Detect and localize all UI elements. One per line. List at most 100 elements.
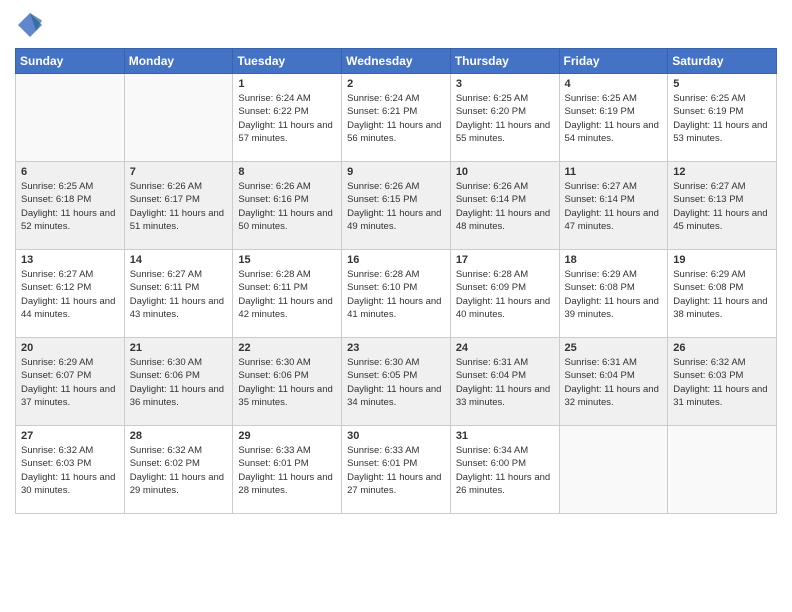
calendar-cell: 28 Sunrise: 6:32 AMSunset: 6:02 PMDayligh… bbox=[124, 426, 233, 514]
day-info: Sunrise: 6:28 AMSunset: 6:10 PMDaylight:… bbox=[347, 268, 445, 321]
day-info: Sunrise: 6:29 AMSunset: 6:07 PMDaylight:… bbox=[21, 356, 119, 409]
calendar-cell bbox=[559, 426, 668, 514]
calendar-cell: 27Sunrise: 6:32 AMSunset: 6:03 PMDayligh… bbox=[16, 426, 125, 514]
day-info: Sunrise: 6:30 AMSunset: 6:05 PMDaylight:… bbox=[347, 356, 445, 409]
page: SundayMondayTuesdayWednesdayThursdayFrid… bbox=[0, 0, 792, 612]
day-info: Sunrise: 6:31 AMSunset: 6:04 PMDaylight:… bbox=[565, 356, 663, 409]
weekday-header: Saturday bbox=[668, 49, 777, 74]
day-info: Sunrise: 6:26 AMSunset: 6:14 PMDaylight:… bbox=[456, 180, 554, 233]
calendar-cell: 17 Sunrise: 6:28 AMSunset: 6:09 PMDayligh… bbox=[450, 250, 559, 338]
day-info: Sunrise: 6:34 AMSunset: 6:00 PMDaylight:… bbox=[456, 444, 554, 497]
day-number: 3 bbox=[456, 78, 554, 90]
day-number: 2 bbox=[347, 78, 445, 90]
calendar-cell: 6 Sunrise: 6:25 AMSunset: 6:18 PMDaylight… bbox=[16, 162, 125, 250]
calendar-cell: 10 Sunrise: 6:26 AMSunset: 6:14 PMDayligh… bbox=[450, 162, 559, 250]
calendar-cell: 31 Sunrise: 6:34 AMSunset: 6:00 PMDayligh… bbox=[450, 426, 559, 514]
day-number: 11 bbox=[565, 166, 663, 178]
calendar-cell: 16 Sunrise: 6:28 AMSunset: 6:10 PMDayligh… bbox=[342, 250, 451, 338]
day-number: 31 bbox=[456, 430, 554, 442]
day-info: Sunrise: 6:28 AMSunset: 6:09 PMDaylight:… bbox=[456, 268, 554, 321]
calendar-cell: 29Sunrise: 6:33 AMSunset: 6:01 PMDayligh… bbox=[233, 426, 342, 514]
day-info: Sunrise: 6:27 AMSunset: 6:14 PMDaylight:… bbox=[565, 180, 663, 233]
calendar-cell: 4 Sunrise: 6:25 AMSunset: 6:19 PMDaylight… bbox=[559, 74, 668, 162]
day-number: 5 bbox=[673, 78, 771, 90]
calendar-cell: 1 Sunrise: 6:24 AMSunset: 6:22 PMDaylight… bbox=[233, 74, 342, 162]
calendar-week-row: 13 Sunrise: 6:27 AMSunset: 6:12 PMDayligh… bbox=[16, 250, 777, 338]
calendar-cell: 3Sunrise: 6:25 AMSunset: 6:20 PMDaylight… bbox=[450, 74, 559, 162]
logo-icon bbox=[15, 10, 45, 40]
calendar-cell: 21 Sunrise: 6:30 AMSunset: 6:06 PMDayligh… bbox=[124, 338, 233, 426]
day-number: 21 bbox=[130, 342, 228, 354]
calendar-cell: 2 Sunrise: 6:24 AMSunset: 6:21 PMDaylight… bbox=[342, 74, 451, 162]
day-number: 28 bbox=[130, 430, 228, 442]
day-number: 24 bbox=[456, 342, 554, 354]
calendar-cell: 7 Sunrise: 6:26 AMSunset: 6:17 PMDaylight… bbox=[124, 162, 233, 250]
calendar-cell: 5 Sunrise: 6:25 AMSunset: 6:19 PMDaylight… bbox=[668, 74, 777, 162]
day-info: Sunrise: 6:25 AMSunset: 6:18 PMDaylight:… bbox=[21, 180, 119, 233]
calendar-week-row: 6 Sunrise: 6:25 AMSunset: 6:18 PMDaylight… bbox=[16, 162, 777, 250]
calendar-cell bbox=[16, 74, 125, 162]
day-info: Sunrise: 6:27 AMSunset: 6:13 PMDaylight:… bbox=[673, 180, 771, 233]
calendar-cell: 24Sunrise: 6:31 AMSunset: 6:04 PMDayligh… bbox=[450, 338, 559, 426]
day-number: 15 bbox=[238, 254, 336, 266]
calendar-table: SundayMondayTuesdayWednesdayThursdayFrid… bbox=[15, 48, 777, 514]
calendar-cell: 20 Sunrise: 6:29 AMSunset: 6:07 PMDayligh… bbox=[16, 338, 125, 426]
day-number: 13 bbox=[21, 254, 119, 266]
day-number: 14 bbox=[130, 254, 228, 266]
day-number: 30 bbox=[347, 430, 445, 442]
calendar-cell: 18 Sunrise: 6:29 AMSunset: 6:08 PMDayligh… bbox=[559, 250, 668, 338]
day-info: Sunrise: 6:27 AMSunset: 6:12 PMDaylight:… bbox=[21, 268, 119, 321]
day-number: 10 bbox=[456, 166, 554, 178]
calendar-cell: 23Sunrise: 6:30 AMSunset: 6:05 PMDayligh… bbox=[342, 338, 451, 426]
day-number: 6 bbox=[21, 166, 119, 178]
calendar-cell: 26Sunrise: 6:32 AMSunset: 6:03 PMDayligh… bbox=[668, 338, 777, 426]
calendar-cell bbox=[668, 426, 777, 514]
day-info: Sunrise: 6:29 AMSunset: 6:08 PMDaylight:… bbox=[565, 268, 663, 321]
calendar-week-row: 1 Sunrise: 6:24 AMSunset: 6:22 PMDaylight… bbox=[16, 74, 777, 162]
weekday-header: Wednesday bbox=[342, 49, 451, 74]
day-number: 22 bbox=[238, 342, 336, 354]
weekday-header: Tuesday bbox=[233, 49, 342, 74]
day-number: 18 bbox=[565, 254, 663, 266]
day-number: 19 bbox=[673, 254, 771, 266]
calendar-week-row: 20 Sunrise: 6:29 AMSunset: 6:07 PMDayligh… bbox=[16, 338, 777, 426]
day-number: 16 bbox=[347, 254, 445, 266]
day-number: 26 bbox=[673, 342, 771, 354]
day-number: 1 bbox=[238, 78, 336, 90]
day-number: 4 bbox=[565, 78, 663, 90]
day-number: 25 bbox=[565, 342, 663, 354]
calendar-cell: 8Sunrise: 6:26 AMSunset: 6:16 PMDaylight… bbox=[233, 162, 342, 250]
calendar-cell: 15 Sunrise: 6:28 AMSunset: 6:11 PMDayligh… bbox=[233, 250, 342, 338]
day-number: 29 bbox=[238, 430, 336, 442]
day-number: 27 bbox=[21, 430, 119, 442]
calendar-cell: 30Sunrise: 6:33 AMSunset: 6:01 PMDayligh… bbox=[342, 426, 451, 514]
day-number: 20 bbox=[21, 342, 119, 354]
day-info: Sunrise: 6:30 AMSunset: 6:06 PMDaylight:… bbox=[130, 356, 228, 409]
weekday-header: Sunday bbox=[16, 49, 125, 74]
day-number: 9 bbox=[347, 166, 445, 178]
calendar-header-row: SundayMondayTuesdayWednesdayThursdayFrid… bbox=[16, 49, 777, 74]
day-info: Sunrise: 6:25 AMSunset: 6:19 PMDaylight:… bbox=[565, 92, 663, 145]
day-info: Sunrise: 6:26 AMSunset: 6:17 PMDaylight:… bbox=[130, 180, 228, 233]
day-info: Sunrise: 6:25 AMSunset: 6:19 PMDaylight:… bbox=[673, 92, 771, 145]
calendar-cell: 25 Sunrise: 6:31 AMSunset: 6:04 PMDayligh… bbox=[559, 338, 668, 426]
calendar-cell: 14 Sunrise: 6:27 AMSunset: 6:11 PMDayligh… bbox=[124, 250, 233, 338]
weekday-header: Friday bbox=[559, 49, 668, 74]
calendar-cell: 19 Sunrise: 6:29 AMSunset: 6:08 PMDayligh… bbox=[668, 250, 777, 338]
day-info: Sunrise: 6:28 AMSunset: 6:11 PMDaylight:… bbox=[238, 268, 336, 321]
day-info: Sunrise: 6:26 AMSunset: 6:16 PMDaylight:… bbox=[238, 180, 336, 233]
day-info: Sunrise: 6:30 AMSunset: 6:06 PMDaylight:… bbox=[238, 356, 336, 409]
calendar-cell: 12Sunrise: 6:27 AMSunset: 6:13 PMDayligh… bbox=[668, 162, 777, 250]
day-number: 17 bbox=[456, 254, 554, 266]
calendar-cell: 11 Sunrise: 6:27 AMSunset: 6:14 PMDayligh… bbox=[559, 162, 668, 250]
logo bbox=[15, 10, 49, 40]
day-info: Sunrise: 6:32 AMSunset: 6:02 PMDaylight:… bbox=[130, 444, 228, 497]
day-number: 7 bbox=[130, 166, 228, 178]
day-info: Sunrise: 6:26 AMSunset: 6:15 PMDaylight:… bbox=[347, 180, 445, 233]
day-info: Sunrise: 6:27 AMSunset: 6:11 PMDaylight:… bbox=[130, 268, 228, 321]
day-info: Sunrise: 6:29 AMSunset: 6:08 PMDaylight:… bbox=[673, 268, 771, 321]
calendar-cell: 13 Sunrise: 6:27 AMSunset: 6:12 PMDayligh… bbox=[16, 250, 125, 338]
day-info: Sunrise: 6:24 AMSunset: 6:21 PMDaylight:… bbox=[347, 92, 445, 145]
calendar-cell: 9 Sunrise: 6:26 AMSunset: 6:15 PMDaylight… bbox=[342, 162, 451, 250]
day-info: Sunrise: 6:24 AMSunset: 6:22 PMDaylight:… bbox=[238, 92, 336, 145]
